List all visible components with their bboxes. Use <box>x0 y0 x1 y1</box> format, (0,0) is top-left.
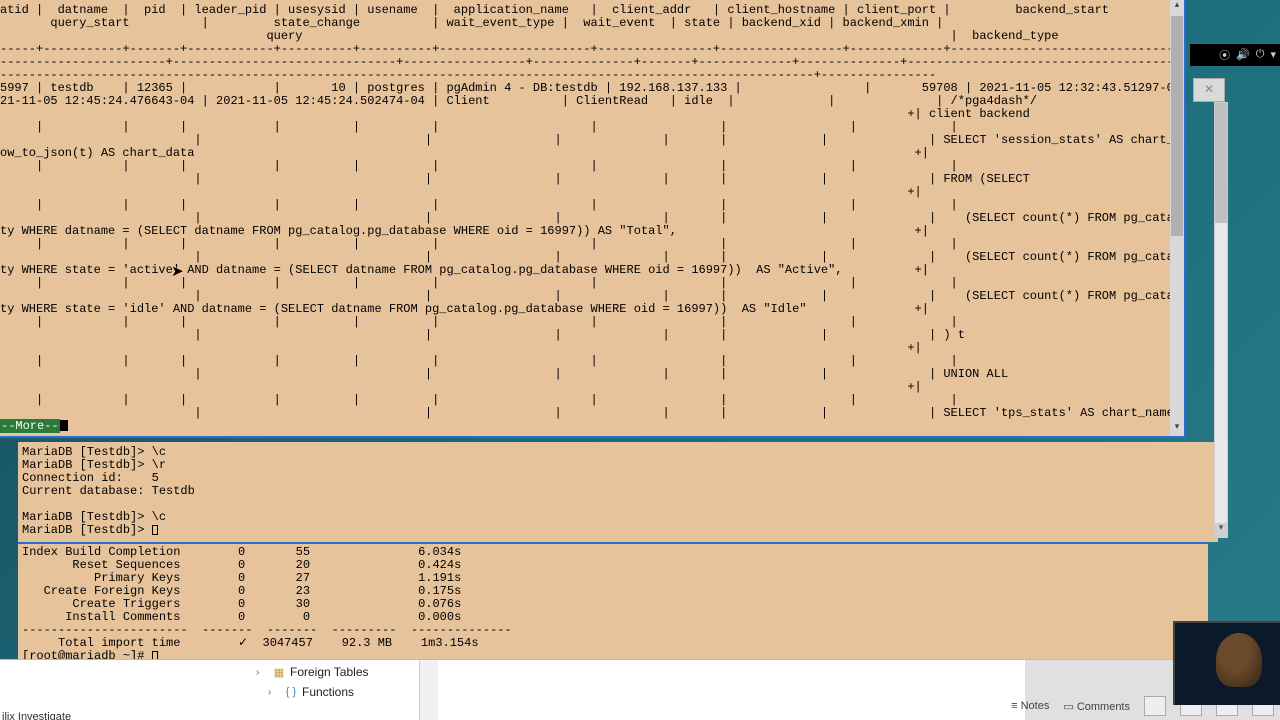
presenter-webcam <box>1173 621 1280 705</box>
universal-access-icon[interactable]: ⦿ <box>1219 47 1230 63</box>
power-icon[interactable]: ⏻ <box>1256 49 1265 61</box>
tree-label: Foreign Tables <box>290 665 369 679</box>
foreign-table-icon: ▦ <box>272 665 286 679</box>
gnome-top-bar[interactable]: ⦿ 🔊 ⏻ ▾ <box>1190 44 1280 66</box>
scroll-down-icon[interactable]: ▾ <box>1170 422 1184 436</box>
psql-output: atid | datname | pid | leader_pid | uses… <box>0 0 1170 436</box>
editor-scrollbar[interactable]: ▴ ▾ <box>1214 102 1228 538</box>
chevron-right-icon[interactable]: › <box>256 667 268 678</box>
scroll-up-icon[interactable]: ▴ <box>1170 0 1184 14</box>
chevron-right-icon[interactable]: › <box>268 687 280 698</box>
tree-item-foreign-tables[interactable]: › ▦ Foreign Tables <box>256 662 419 682</box>
comments-button[interactable]: ▭ Comments <box>1063 700 1130 713</box>
volume-icon[interactable]: 🔊 <box>1236 48 1250 62</box>
dropdown-icon[interactable]: ▾ <box>1270 48 1276 62</box>
tree-label: Functions <box>302 685 354 699</box>
notes-button[interactable]: ≡ Notes <box>1011 700 1049 712</box>
desktop-background: atid | datname | pid | leader_pid | uses… <box>0 0 1280 720</box>
scroll-thumb[interactable] <box>1215 103 1227 223</box>
scroll-thumb[interactable] <box>1171 16 1183 236</box>
function-icon: { } <box>284 685 298 699</box>
import-summary-pane[interactable]: Index Build Completion 0 55 6.034s Reset… <box>18 542 1208 660</box>
tree-item-functions[interactable]: › { } Functions <box>256 682 419 702</box>
scroll-down-icon[interactable]: ▾ <box>1215 523 1227 537</box>
window-close-button[interactable]: ✕ <box>1193 78 1225 102</box>
status-bar-left: ilix Investigate <box>2 711 71 720</box>
upper-scrollbar[interactable]: ▴ ▾ <box>1170 0 1184 436</box>
presenter-face <box>1216 633 1262 687</box>
psql-pager-pane: atid | datname | pid | leader_pid | uses… <box>0 0 1186 438</box>
pgadmin-content <box>438 660 1025 720</box>
mariadb-shell-pane[interactable]: MariaDB [Testdb]> \c MariaDB [Testdb]> \… <box>18 442 1218 542</box>
view-normal-icon[interactable] <box>1144 696 1166 716</box>
